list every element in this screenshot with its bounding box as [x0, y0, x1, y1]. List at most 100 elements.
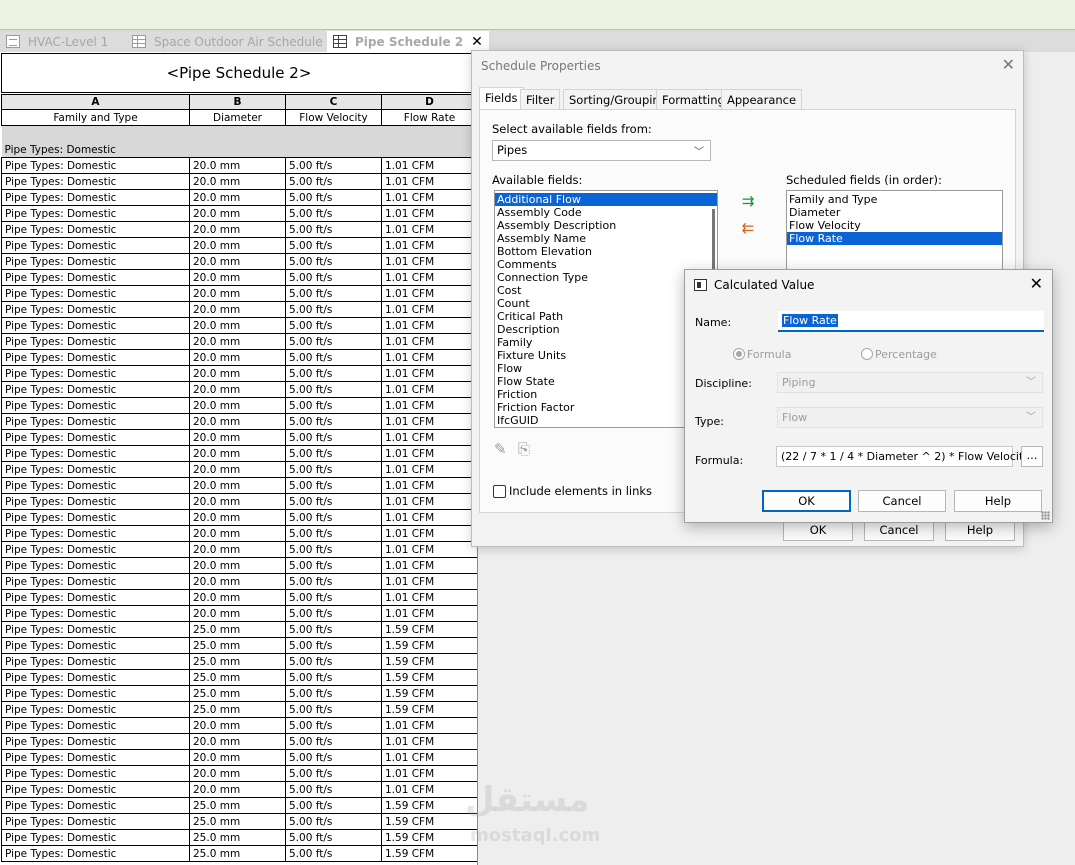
table-cell[interactable]: 1.01 CFM	[381, 605, 477, 622]
table-cell[interactable]: Pipe Types: Domestic	[1, 157, 190, 174]
table-cell[interactable]: 5.00 ft/s	[285, 173, 382, 190]
table-cell[interactable]: 1.01 CFM	[381, 461, 477, 478]
scheduled-fields-list[interactable]: Family and Type Diameter Flow Velocity Flow…	[786, 190, 1003, 272]
table-cell[interactable]: 20.0 mm	[189, 397, 286, 414]
table-cell[interactable]: Pipe Types: Domestic	[1, 189, 190, 206]
table-cell[interactable]: 5.00 ft/s	[285, 813, 382, 830]
cancel-button[interactable]: Cancel	[858, 490, 946, 512]
table-cell[interactable]: Pipe Types: Domestic	[1, 605, 190, 622]
percentage-radio[interactable]	[861, 348, 873, 360]
table-cell[interactable]: 1.01 CFM	[381, 381, 477, 398]
table-cell[interactable]: 1.01 CFM	[381, 397, 477, 414]
table-cell[interactable]: Pipe Types: Domestic	[1, 205, 190, 222]
table-cell[interactable]: 20.0 mm	[189, 381, 286, 398]
table-cell[interactable]: Pipe Types: Domestic	[1, 461, 190, 478]
table-cell[interactable]: Pipe Types: Domestic	[1, 733, 190, 750]
name-input[interactable]: Flow Rate	[778, 311, 1044, 332]
table-cell[interactable]: 1.01 CFM	[381, 173, 477, 190]
table-cell[interactable]: 5.00 ft/s	[285, 221, 382, 238]
table-cell[interactable]: 5.00 ft/s	[285, 189, 382, 206]
table-cell[interactable]: 20.0 mm	[189, 493, 286, 510]
table-cell[interactable]: 5.00 ft/s	[285, 349, 382, 366]
table-cell[interactable]: Pipe Types: Domestic	[1, 381, 190, 398]
close-icon[interactable]: ✕	[1030, 274, 1043, 293]
table-cell[interactable]: 5.00 ft/s	[285, 605, 382, 622]
table-cell[interactable]: Pipe Types: Domestic	[1, 493, 190, 510]
table-cell[interactable]: Pipe Types: Domestic	[1, 557, 190, 574]
table-cell[interactable]: 1.01 CFM	[381, 733, 477, 750]
table-cell[interactable]: 1.01 CFM	[381, 157, 477, 174]
table-cell[interactable]: 20.0 mm	[189, 317, 286, 334]
table-cell[interactable]: 5.00 ft/s	[285, 621, 382, 638]
table-cell[interactable]: 1.01 CFM	[381, 365, 477, 382]
table-cell[interactable]: 20.0 mm	[189, 509, 286, 526]
table-cell[interactable]: 20.0 mm	[189, 445, 286, 462]
table-cell[interactable]: Pipe Types: Domestic	[1, 797, 190, 814]
column-header[interactable]: Diameter	[189, 109, 286, 126]
table-cell[interactable]: 5.00 ft/s	[285, 445, 382, 462]
table-cell[interactable]: Pipe Types: Domestic	[1, 781, 190, 798]
table-cell[interactable]: 20.0 mm	[189, 557, 286, 574]
table-cell[interactable]: 25.0 mm	[189, 701, 286, 718]
table-cell[interactable]: 5.00 ft/s	[285, 397, 382, 414]
table-cell[interactable]: 20.0 mm	[189, 525, 286, 542]
table-cell[interactable]: 1.01 CFM	[381, 765, 477, 782]
ok-button[interactable]: OK	[762, 490, 851, 512]
table-cell[interactable]: Pipe Types: Domestic	[1, 701, 190, 718]
table-cell[interactable]: 25.0 mm	[189, 829, 286, 846]
table-cell[interactable]: 1.59 CFM	[381, 845, 477, 862]
table-cell[interactable]: 20.0 mm	[189, 285, 286, 302]
table-cell[interactable]: 1.01 CFM	[381, 749, 477, 766]
list-item[interactable]: Additional Flow	[495, 193, 717, 206]
table-cell[interactable]: Pipe Types: Domestic	[1, 477, 190, 494]
table-cell[interactable]: 5.00 ft/s	[285, 253, 382, 270]
table-cell[interactable]: 5.00 ft/s	[285, 525, 382, 542]
table-cell[interactable]: Pipe Types: Domestic	[1, 317, 190, 334]
list-item[interactable]: Assembly Name	[495, 232, 717, 245]
table-cell[interactable]: 1.01 CFM	[381, 413, 477, 430]
table-cell[interactable]: 5.00 ft/s	[285, 765, 382, 782]
table-cell[interactable]: 5.00 ft/s	[285, 429, 382, 446]
table-cell[interactable]: 1.01 CFM	[381, 573, 477, 590]
table-cell[interactable]: 5.00 ft/s	[285, 237, 382, 254]
tab-pipe-schedule-2[interactable]: Pipe Schedule 2 ✕	[327, 31, 489, 52]
table-cell[interactable]: 20.0 mm	[189, 301, 286, 318]
table-cell[interactable]: Pipe Types: Domestic	[1, 829, 190, 846]
tab-hvac-level-1[interactable]: HVAC-Level 1	[0, 31, 114, 52]
formula-radio[interactable]	[733, 348, 745, 360]
table-cell[interactable]: 20.0 mm	[189, 765, 286, 782]
table-cell[interactable]: 5.00 ft/s	[285, 781, 382, 798]
table-cell[interactable]: 20.0 mm	[189, 781, 286, 798]
list-item[interactable]: Flow Velocity	[787, 219, 1002, 232]
table-cell[interactable]: 20.0 mm	[189, 333, 286, 350]
table-cell[interactable]: 5.00 ft/s	[285, 477, 382, 494]
table-cell[interactable]: 20.0 mm	[189, 605, 286, 622]
column-letter[interactable]: C	[285, 94, 382, 110]
table-cell[interactable]: 1.59 CFM	[381, 621, 477, 638]
column-letter[interactable]: D	[381, 94, 477, 110]
table-cell[interactable]: 1.59 CFM	[381, 637, 477, 654]
close-icon[interactable]: ✕	[1002, 55, 1015, 74]
table-cell[interactable]: Pipe Types: Domestic	[1, 573, 190, 590]
table-cell[interactable]: Pipe Types: Domestic	[1, 749, 190, 766]
table-cell[interactable]: 5.00 ft/s	[285, 797, 382, 814]
table-cell[interactable]: 5.00 ft/s	[285, 205, 382, 222]
table-cell[interactable]: 1.01 CFM	[381, 589, 477, 606]
table-cell[interactable]: 1.59 CFM	[381, 669, 477, 686]
table-cell[interactable]: 20.0 mm	[189, 573, 286, 590]
table-cell[interactable]: 20.0 mm	[189, 237, 286, 254]
table-cell[interactable]: 20.0 mm	[189, 173, 286, 190]
table-cell[interactable]: 1.01 CFM	[381, 189, 477, 206]
add-field-arrow-icon[interactable]: ⇉	[738, 193, 758, 209]
table-cell[interactable]: 20.0 mm	[189, 477, 286, 494]
list-item[interactable]: Flow Rate	[787, 232, 1002, 245]
table-cell[interactable]: 5.00 ft/s	[285, 685, 382, 702]
table-cell[interactable]: 5.00 ft/s	[285, 829, 382, 846]
table-cell[interactable]: 1.01 CFM	[381, 557, 477, 574]
table-cell[interactable]: 1.01 CFM	[381, 509, 477, 526]
tab-appearance[interactable]: Appearance	[721, 89, 803, 110]
close-icon[interactable]: ✕	[471, 34, 483, 50]
table-cell[interactable]: 5.00 ft/s	[285, 269, 382, 286]
column-header[interactable]: Flow Rate	[381, 109, 477, 126]
table-cell[interactable]: 1.01 CFM	[381, 221, 477, 238]
